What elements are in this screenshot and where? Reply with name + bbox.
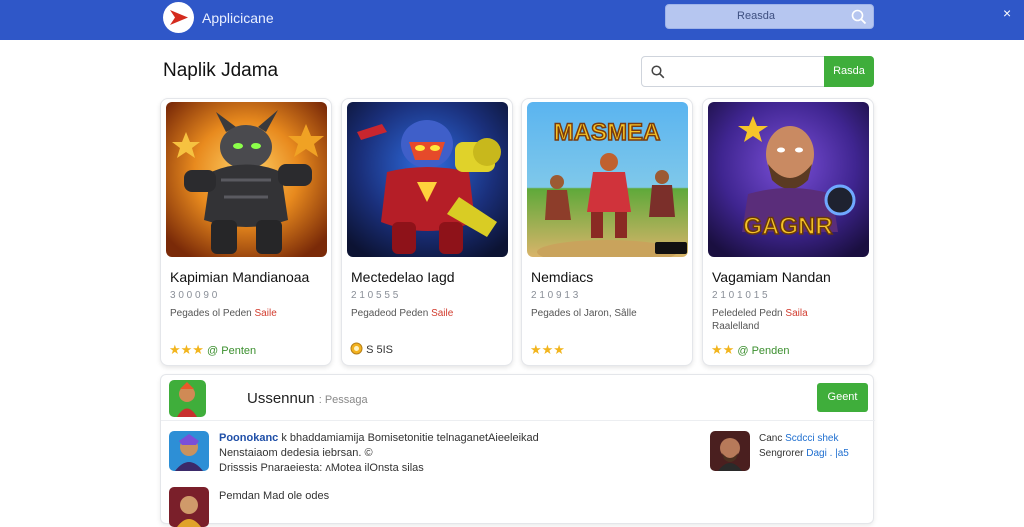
card-subtitle: 2 1 0 1 0 1 5	[712, 290, 768, 301]
list-item-title: Poonokanc	[219, 432, 279, 444]
hero-avatar-art	[169, 431, 209, 471]
search-button[interactable]: Rasda	[824, 56, 874, 87]
armored-warrior-art	[166, 102, 327, 257]
star-rating-icon: ★★★	[169, 342, 204, 357]
play-logo-icon	[170, 10, 188, 25]
list-item-line: Nenstaiaom dedesia iebrsan. ©	[219, 447, 373, 459]
side-item-meta-accent: Dagi . |a5	[803, 448, 849, 459]
game-thumbnail-4[interactable]: GAGNR	[708, 102, 869, 257]
card-desc-text: Pegadeod Peden	[351, 308, 429, 319]
top-bar: Applicicane Reasda ×	[0, 0, 1024, 40]
fighter-avatar-art	[169, 487, 209, 527]
star-rating-icon: ★★★	[530, 342, 565, 357]
rating-text: @ Penten	[207, 345, 257, 357]
app-title: Applicicane	[202, 10, 274, 26]
card-rating: S 5IS	[350, 342, 393, 356]
card-art-title: GAGNR	[743, 213, 832, 240]
list-item-line: Mad ole odes	[259, 490, 330, 502]
card-title[interactable]: Nemdiacs	[531, 269, 593, 285]
top-search-label: Reasda	[737, 10, 775, 22]
card-desc-text: Peledeled Pedn	[712, 308, 783, 319]
warrior-portrait-art: GAGNR	[708, 102, 869, 257]
sale-label: Saile	[431, 308, 454, 319]
sale-label: Saila	[785, 308, 808, 319]
rating-text: @ Penden	[737, 345, 790, 357]
panel-title-tag: : Pessaga	[318, 394, 368, 406]
search-icon	[651, 65, 665, 79]
panel-title-text: Ussennun	[247, 390, 315, 407]
game-thumbnail-2[interactable]	[347, 102, 508, 257]
list-item[interactable]: Poonokanc k bhaddamiamija Bomisetonitie …	[219, 431, 539, 476]
top-search-bar[interactable]: Reasda	[665, 4, 874, 29]
list-item-thumbnail[interactable]	[169, 431, 209, 471]
card-subtitle: 2 1 0 9 1 3	[531, 290, 579, 301]
character-avatar-art	[169, 380, 206, 417]
close-icon[interactable]: ×	[1003, 5, 1011, 21]
game-card-2[interactable]: Mectedelao Iagd 2 1 0 5 5 5 Pegadeod Ped…	[341, 98, 513, 366]
robot-hero-art	[347, 102, 508, 257]
warrior-avatar-art	[710, 431, 750, 471]
card-desc-text: Pegades ol Jaron, Sâlle	[531, 308, 637, 319]
star-rating-icon: ★★	[711, 342, 735, 357]
card-title[interactable]: Kapimian Mandianoaa	[170, 269, 309, 285]
card-description: Pegades ol Jaron, Sâlle	[531, 307, 689, 320]
list-item-line: k bhaddamiamija Bomisetonitie telnaganet…	[278, 432, 539, 444]
side-item-accent: Scdcci shek	[782, 433, 839, 444]
card-title[interactable]: Mectedelao Iagd	[351, 269, 455, 285]
get-button[interactable]: Geent	[817, 383, 868, 412]
game-card-1[interactable]: Kapimian Mandianoaa 3 0 0 0 9 0 Pegades …	[160, 98, 332, 366]
side-item-name: Canc	[759, 433, 783, 444]
list-item[interactable]: Pemdan Mad ole odes	[219, 489, 329, 504]
card-description: Peledeled Pedn Saila Raalelland	[712, 307, 870, 333]
card-description: Pegades ol Peden Saile	[170, 307, 328, 320]
search-icon[interactable]	[851, 9, 867, 25]
app-logo[interactable]	[163, 2, 194, 33]
side-item-meta: Sengrorer	[759, 448, 804, 459]
game-card-3[interactable]: MASMEA Nemdiacs 2 1 0 9 1 3 Pegades ol J…	[521, 98, 693, 366]
sale-label: Saile	[254, 308, 277, 319]
card-rating: ★★★	[530, 342, 565, 358]
list-item-thumbnail[interactable]	[169, 487, 209, 527]
game-card-4[interactable]: GAGNR Vagamiam Nandan 2 1 0 1 0 1 5 Pele…	[702, 98, 874, 366]
card-subtitle: 3 0 0 0 9 0	[170, 290, 218, 301]
brawler-scene-art: MASMEA	[527, 102, 688, 257]
divider	[161, 420, 875, 421]
page-title: Naplik Jdama	[163, 60, 279, 81]
side-item[interactable]: Canc Scdcci shek Sengrorer Dagi . |a5	[759, 431, 849, 461]
game-thumbnail-1[interactable]	[166, 102, 327, 257]
card-desc-text: Pegades ol Peden	[170, 308, 252, 319]
card-rating: ★★★ @ Penten	[169, 342, 256, 358]
card-art-title: MASMEA	[554, 119, 661, 146]
card-rating: ★★ @ Penden	[711, 342, 790, 358]
search-input[interactable]	[672, 63, 822, 81]
side-item-thumbnail[interactable]	[710, 431, 750, 471]
rating-text: S 5IS	[366, 344, 393, 356]
list-item-line: Drisssis Pnaraeiesta: ʌMotea ilOnsta sil…	[219, 462, 424, 474]
game-thumbnail-3[interactable]: MASMEA	[527, 102, 688, 257]
card-title[interactable]: Vagamiam Nandan	[712, 269, 831, 285]
panel-title: Ussennun : Pessaga	[247, 390, 368, 407]
list-item-title: Pemdan	[219, 490, 260, 502]
card-description: Pegadeod Peden Saile	[351, 307, 509, 320]
featured-panel: Ussennun : Pessaga Geent Poonokanc k bha…	[160, 374, 875, 527]
card-subtitle: 2 1 0 5 5 5	[351, 290, 399, 301]
coin-icon	[350, 342, 363, 355]
card-desc-extra: Raalelland	[712, 321, 760, 332]
featured-thumbnail[interactable]	[169, 380, 206, 417]
